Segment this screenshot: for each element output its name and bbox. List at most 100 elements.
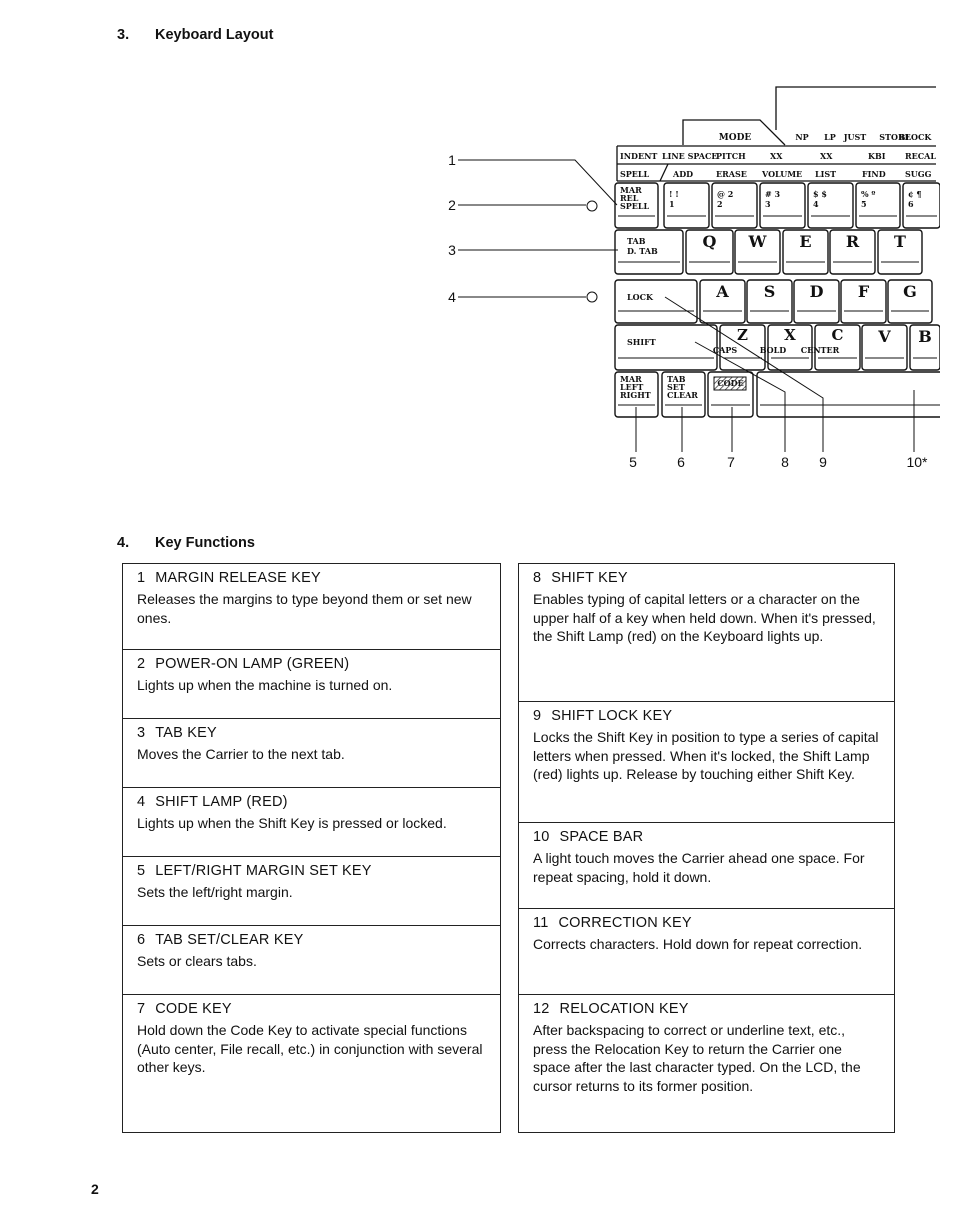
key-4: $ $4 (807, 182, 854, 229)
key-label: LOCK (627, 292, 654, 302)
function-name: MARGIN RELEASE KEY (155, 570, 321, 586)
key-label: TAB (627, 236, 646, 246)
key-function-7: 7 CODE KEY Hold down the Code Key to activ… (123, 994, 500, 1134)
callout-number: 8 (781, 454, 789, 470)
key-d: D (793, 279, 840, 324)
spell-row-label: VOLUME (761, 169, 802, 179)
function-description: Sets the left/right margin. (137, 884, 293, 900)
key-label: CLEAR (667, 390, 698, 400)
key-shift: SHIFT (614, 324, 718, 371)
function-name: SHIFT LAMP (RED) (155, 794, 288, 810)
spell-row-label: LIST (815, 169, 836, 179)
key-label: CENTER (801, 345, 840, 355)
function-label: JUST (843, 132, 867, 142)
function-title: 5 LEFT/RIGHT MARGIN SET KEY (137, 863, 488, 879)
callout-number: 4 (448, 289, 456, 305)
spell-row-label: ERASE (716, 169, 747, 179)
key-label: ¢ ¶ (908, 189, 921, 199)
key-2: @ 22 (711, 182, 758, 229)
indent-row-label: INDENT (620, 151, 657, 161)
mode-label: MODE (719, 133, 752, 143)
indent-row-label: RECAL (905, 151, 936, 161)
key-5: % º5 (855, 182, 901, 229)
key-tab-set-clear: TABSETCLEAR (661, 371, 706, 418)
indent-row-label: LINE SPACE (662, 151, 717, 161)
key-label: BOLD (760, 345, 787, 355)
key-label: S (764, 282, 776, 301)
key-label: Q (703, 232, 717, 251)
key-r: R (829, 229, 876, 275)
function-number: 2 (137, 656, 146, 672)
key-label: ! ! (669, 189, 679, 199)
section-title: Keyboard Layout (155, 27, 274, 43)
key-label: SHIFT (627, 337, 656, 347)
key-label: B (918, 327, 932, 346)
key-label: 3 (765, 199, 771, 209)
callout-number: 6 (677, 454, 685, 470)
section-3-heading: 3. Keyboard Layout (117, 27, 273, 43)
function-description: A light touch moves the Carrier ahead on… (533, 850, 865, 885)
key-function-12: 12 RELOCATION KEY After backspacing to cor… (519, 994, 894, 1134)
key-label: Z (737, 326, 748, 344)
function-name: TAB KEY (155, 725, 217, 741)
key-a: A (699, 279, 746, 324)
function-name: LEFT/RIGHT MARGIN SET KEY (155, 863, 372, 879)
function-description: After backspacing to correct or underlin… (533, 1022, 861, 1094)
code-hatch (713, 376, 747, 391)
function-title: 6 TAB SET/CLEAR KEY (137, 932, 488, 948)
function-title: 2 POWER-ON LAMP (GREEN) (137, 656, 488, 672)
indent-row-label: PITCH (716, 151, 746, 161)
function-label: LP (824, 132, 836, 142)
key-label: D (810, 282, 824, 301)
callout-number: 2 (448, 197, 456, 213)
key-label: W (748, 232, 768, 251)
key-label: V (877, 327, 891, 346)
manual-page: { "section3": {"number": "3.", "title": … (0, 0, 954, 1228)
function-number: 9 (533, 708, 542, 724)
callout-number: 10* (906, 454, 928, 470)
key-label: % º (861, 189, 875, 199)
function-number: 10 (533, 829, 550, 845)
function-name: RELOCATION KEY (559, 1001, 689, 1017)
key-g: G (887, 279, 933, 324)
spell-row-label: FIND (862, 169, 886, 179)
key-function-8: 8 SHIFT KEY Enables typing of capital lett… (519, 564, 894, 701)
function-description: Lights up when the Shift Key is pressed … (137, 815, 447, 831)
callout-number: 3 (448, 242, 456, 258)
key-label: 1 (669, 199, 675, 209)
key-label: C (832, 326, 844, 344)
key-function-9: 9 SHIFT LOCK KEY Locks the Shift Key in po… (519, 701, 894, 822)
function-name: SHIFT LOCK KEY (551, 708, 673, 724)
key-function-1: 1 MARGIN RELEASE KEY Releases the margins … (123, 564, 500, 649)
key-label: T (894, 232, 906, 251)
callout-number: 1 (448, 152, 456, 168)
key-label: 5 (861, 199, 867, 209)
function-description: Releases the margins to type beyond them… (137, 591, 472, 626)
function-number: 7 (137, 1001, 146, 1017)
key-lock: LOCK (614, 279, 698, 324)
spell-row-label: SUGG (905, 169, 932, 179)
function-number: 4 (137, 794, 146, 810)
key-t: T (877, 229, 923, 275)
key-label: E (799, 232, 811, 251)
spell-row-label: SPELL (620, 169, 650, 179)
key-label: G (903, 282, 917, 301)
function-label: NP (795, 132, 808, 142)
key-space (756, 371, 940, 418)
function-title: 8 SHIFT KEY (533, 570, 882, 586)
function-number: 3 (137, 725, 146, 741)
divider (659, 163, 669, 182)
function-title: 4 SHIFT LAMP (RED) (137, 794, 488, 810)
section-title: Key Functions (155, 535, 255, 551)
key-label: # 3 (765, 189, 780, 199)
indent-row-label: XX (820, 151, 833, 161)
function-name: POWER-ON LAMP (GREEN) (155, 656, 350, 672)
indent-row-label: XX (770, 151, 783, 161)
function-name: CODE KEY (155, 1001, 232, 1017)
key-function-10: 10 SPACE BAR A light touch moves the Carri… (519, 822, 894, 908)
key-label: 4 (813, 199, 819, 209)
key-z: ZCAPS (713, 324, 766, 371)
key-label: R (846, 232, 860, 251)
function-title: 3 TAB KEY (137, 725, 488, 741)
key-functions-right-column: 8 SHIFT KEY Enables typing of capital lett… (518, 563, 895, 1133)
